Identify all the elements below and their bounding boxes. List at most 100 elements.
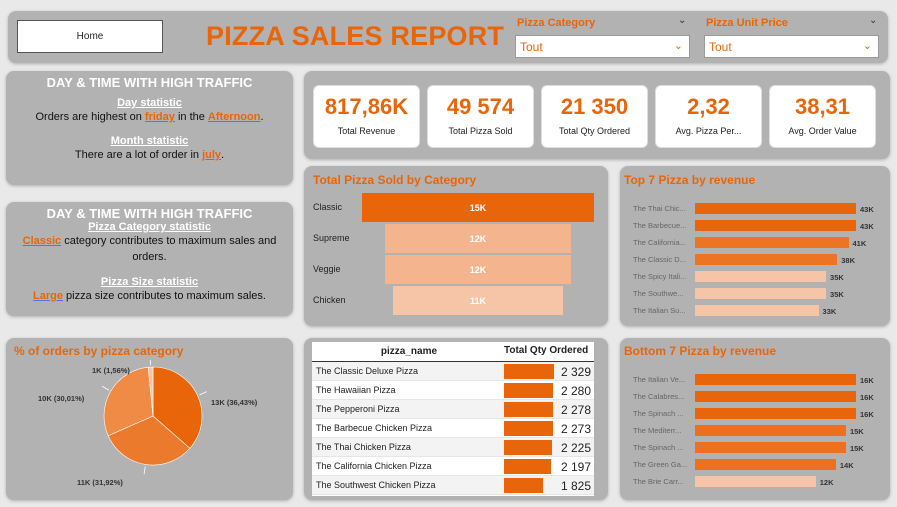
kpi-label: Total Pizza Sold [448, 126, 513, 136]
funnel-bar[interactable]: 12K [385, 224, 571, 253]
chevron-down-icon[interactable]: ⌄ [869, 15, 877, 26]
bar-category-label: The Spinach ... [633, 443, 684, 452]
table-row[interactable]: The Southwest Chicken Pizza 1 825 [312, 476, 594, 495]
funnel-value-label: 12K [469, 233, 487, 244]
pie-slice-label: 10K (30,01%) [38, 394, 85, 403]
kpi-card-total-qty: 21 350 Total Qty Ordered [541, 85, 648, 148]
kpi-card-avg-pizza: 2,32 Avg. Pizza Per... [655, 85, 762, 148]
slicer-category-dropdown[interactable]: Tout ⌄ [515, 35, 690, 58]
kpi-label: Total Revenue [337, 126, 396, 136]
table-row[interactable]: The California Chicken Pizza 2 197 [312, 457, 594, 476]
slicer-category-value: Tout [520, 40, 543, 54]
col-header-pizza-name[interactable]: pizza_name [312, 342, 502, 361]
funnel-value-label: 11K [469, 295, 486, 306]
kpi-card-total-pizza-sold: 49 574 Total Pizza Sold [427, 85, 534, 148]
day-statistic-text: Orders are highest on friday in the Afte… [35, 111, 264, 123]
table-row[interactable]: The Thai Chicken Pizza 2 225 [312, 438, 594, 457]
chart-title: Bottom 7 Pizza by revenue [624, 344, 777, 358]
qty-value: 2 329 [560, 365, 591, 379]
chart-title: Total Pizza Sold by Category [313, 173, 477, 187]
kpi-value: 21 350 [560, 94, 629, 119]
cell-qty: 2 273 [502, 419, 594, 437]
qty-databar [504, 440, 552, 455]
pie-leader-line [199, 391, 207, 396]
table-body: The Classic Deluxe Pizza 2 329 The Hawaiia… [312, 362, 594, 495]
category-statistic-heading: Pizza Category statistic [88, 221, 211, 233]
bar[interactable] [695, 237, 849, 248]
dropdown-arrow-icon: ⌄ [673, 40, 683, 52]
pie-chart [101, 360, 207, 475]
bar[interactable] [695, 203, 856, 214]
kpi-label: Total Qty Ordered [558, 126, 631, 136]
qty-databar [504, 383, 553, 398]
cell-qty: 2 278 [502, 400, 594, 418]
bar[interactable] [695, 305, 819, 316]
bar-category-label: The Calabres... [633, 392, 685, 401]
size-statistic-text: Large pizza size contributes to maximum … [33, 290, 266, 302]
pie-leader-line [101, 385, 110, 391]
bar-category-label: The Spicy Itali... [633, 272, 687, 281]
funnel-category-label: Veggie [313, 264, 341, 274]
qty-databar [504, 364, 554, 379]
table-row[interactable]: The Pepperoni Pizza 2 278 [312, 400, 594, 419]
qty-databar [504, 402, 553, 417]
dropdown-arrow-icon: ⌄ [862, 40, 872, 52]
slicer-price-dropdown[interactable]: Tout ⌄ [704, 35, 879, 58]
cell-pizza-name: The Barbecue Chicken Pizza [316, 423, 433, 433]
cell-qty: 2 225 [502, 438, 594, 456]
table-row[interactable]: The Barbecue Chicken Pizza 2 273 [312, 419, 594, 438]
size-statistic-heading: Pizza Size statistic [100, 276, 199, 288]
bar[interactable] [695, 391, 856, 402]
cell-pizza-name: The Thai Chicken Pizza [316, 442, 411, 452]
bar[interactable] [695, 271, 827, 282]
funnel-bar[interactable]: 15K [362, 193, 594, 222]
slicer-price-value: Tout [709, 40, 732, 54]
chevron-down-icon[interactable]: ⌄ [678, 15, 686, 26]
table-header: pizza_name Total Qty Ordered [312, 342, 594, 362]
bar[interactable] [695, 288, 827, 299]
funnel-bar[interactable]: 12K [385, 255, 571, 284]
bar[interactable] [695, 442, 846, 453]
qty-databar [504, 421, 553, 436]
bar-value-label: 15K [849, 444, 864, 453]
bar-value-label: 41K [852, 239, 867, 248]
bar[interactable] [695, 476, 816, 487]
bar[interactable] [695, 425, 846, 436]
cell-qty: 2 197 [502, 457, 594, 475]
bar[interactable] [695, 254, 838, 265]
category-statistic-text: Classic category contributes to maximum … [22, 235, 277, 247]
home-button[interactable]: Home [17, 20, 163, 53]
bar-value-label: 33K [822, 307, 837, 316]
cell-qty: 1 825 [502, 476, 594, 494]
funnel-bar[interactable]: 11K [392, 286, 564, 315]
bar-category-label: The Southwe... [633, 289, 684, 298]
bar[interactable] [695, 220, 856, 231]
cell-pizza-name: The Classic Deluxe Pizza [316, 366, 419, 376]
traffic-title: DAY & TIME WITH HIGH TRAFFIC [46, 75, 253, 90]
table-row[interactable]: The Classic Deluxe Pizza 2 329 [312, 362, 594, 381]
qty-value: 2 280 [560, 384, 591, 398]
pie-slice-label: 11K (31,92%) [77, 478, 123, 487]
cell-qty: 2 280 [502, 381, 594, 399]
pie-leader-line [143, 466, 146, 475]
bar[interactable] [695, 459, 836, 470]
bar-category-label: The Barbecue... [633, 221, 687, 230]
col-header-qty[interactable]: Total Qty Ordered [502, 342, 594, 361]
table-row[interactable]: The Hawaiian Pizza 2 280 [312, 381, 594, 400]
cell-pizza-name: The Pepperoni Pizza [316, 404, 400, 414]
bar-category-label: The Thai Chic... [633, 204, 686, 213]
kpi-label: Avg. Pizza Per... [675, 126, 742, 136]
bar-category-label: The Italian Su... [633, 306, 686, 315]
bar-category-label: The Green Ga... [633, 460, 688, 469]
bar[interactable] [695, 374, 856, 385]
slicer-category-label: Pizza Category [517, 17, 596, 29]
qty-value: 2 197 [560, 460, 591, 474]
bar-value-label: 12K [819, 478, 834, 487]
bar[interactable] [695, 408, 856, 419]
bar-value-label: 35K [830, 273, 844, 282]
cell-pizza-name: The Hawaiian Pizza [316, 385, 396, 395]
bar-category-label: The California... [633, 238, 686, 247]
kpi-card-avg-order: 38,31 Avg. Order Value [769, 85, 876, 148]
day-statistic-heading: Day statistic [117, 97, 182, 109]
pie-slice-label: 1K (1,56%) [92, 366, 130, 375]
